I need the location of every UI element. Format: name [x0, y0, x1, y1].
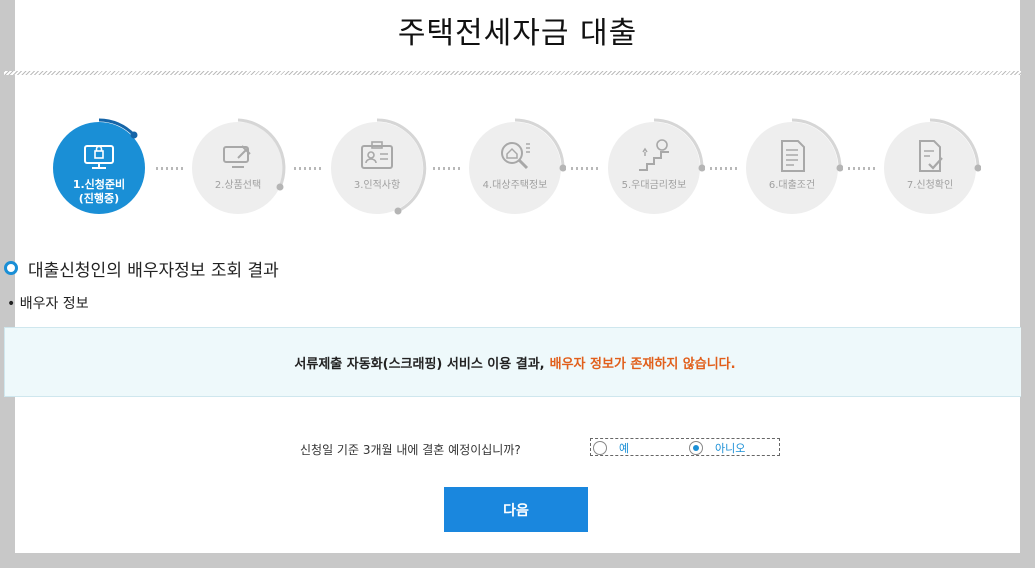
step-4: 4.대상주택정보	[469, 118, 566, 214]
step-label: 3.인적사항	[353, 180, 401, 191]
section-title-text: 대출신청인의 배우자정보 조회 결과	[28, 260, 279, 281]
house-search-icon	[501, 142, 530, 170]
radio-yes-circle[interactable]	[593, 441, 607, 455]
step-connector	[571, 167, 601, 170]
step-label: 7.신청확인	[906, 180, 954, 191]
step-connector	[710, 167, 740, 170]
subsection-title: • 배우자 정보	[7, 293, 89, 313]
step-6: 6.대출조건	[746, 118, 843, 214]
notice-box: 서류제출 자동화(스크래핑) 서비스 이용 결과, 배우자 정보가 존재하지 않…	[4, 327, 1026, 397]
scrollbar[interactable]	[1021, 0, 1035, 568]
radio-yes-label[interactable]: 예	[619, 440, 629, 456]
progress-steps: 1.신청준비 (진행중) 2.상품선택 3.인적사항 4.대상주택정보 5.우대…	[15, 0, 1020, 230]
step-status: (진행중)	[78, 192, 120, 205]
product-select-icon	[223, 145, 251, 168]
notice-text: 서류제출 자동화(스크래핑) 서비스 이용 결과,	[294, 356, 545, 372]
radio-no-label[interactable]: 아니오	[715, 440, 745, 456]
step-label: 5.우대금리정보	[621, 180, 687, 191]
notice-warning: 배우자 정보가 존재하지 않습니다.	[549, 356, 736, 372]
step-label: 6.대출조건	[768, 180, 816, 191]
step-label: 4.대상주택정보	[482, 180, 548, 191]
next-button[interactable]: 다음	[444, 487, 588, 532]
radio-no-circle[interactable]	[689, 441, 703, 455]
step-7: 7.신청확인	[884, 118, 981, 214]
step-label: 1.신청준비	[72, 178, 126, 191]
marriage-radio-group: 예 아니오	[590, 438, 780, 456]
radio-yes[interactable]: 예	[593, 440, 629, 456]
id-card-icon	[361, 141, 393, 169]
subsection-title-text: 배우자 정보	[19, 296, 89, 312]
bullet-dot: •	[7, 296, 20, 312]
document-list-icon	[781, 140, 805, 172]
main-panel: 주택전세자금 대출 1.신청준비 (진행중) 2.상품선택 3.인적사항 4.대…	[4, 0, 1035, 553]
radio-no[interactable]: 아니오	[689, 440, 745, 456]
step-connector	[156, 167, 186, 170]
marriage-question: 신청일 기준 3개월 내에 결혼 예정이십니까?	[300, 443, 521, 457]
section-title: 대출신청인의 배우자정보 조회 결과	[4, 257, 279, 281]
step-2: 2.상품선택	[192, 118, 286, 214]
step-3: 3.인적사항	[331, 118, 427, 215]
step-connector	[848, 167, 878, 170]
section-bullet-icon	[4, 261, 18, 275]
computer-lock-icon	[84, 145, 114, 169]
step-connector	[294, 167, 324, 170]
step-1: 1.신청준비 (진행중)	[53, 118, 145, 214]
document-check-icon	[919, 140, 943, 172]
step-5: 5.우대금리정보	[608, 118, 705, 214]
step-connector	[433, 167, 463, 170]
step-label: 2.상품선택	[214, 180, 262, 191]
rate-stairs-icon	[639, 139, 669, 171]
